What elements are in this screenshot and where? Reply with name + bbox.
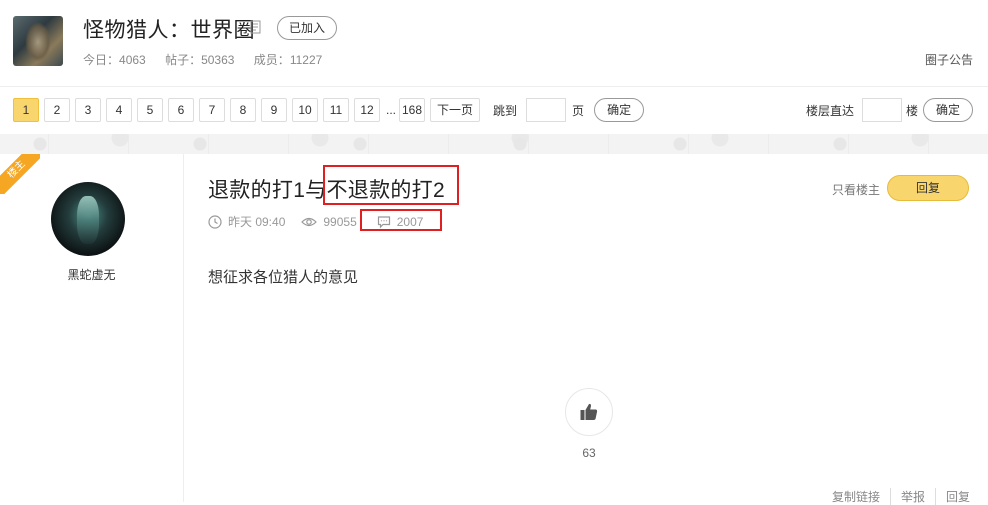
floor-jump: 楼层直达 楼 确定 xyxy=(806,98,973,122)
post-content: 想征求各位猎人的意见 xyxy=(208,269,359,286)
post-footer-actions: 复制链接 举报 回复 xyxy=(822,488,970,505)
jump-confirm-button[interactable]: 确定 xyxy=(594,98,645,122)
post-views: 99055 xyxy=(301,215,357,229)
edit-icon[interactable] xyxy=(250,20,262,34)
page-8[interactable]: 8 xyxy=(230,98,256,122)
only-host-link[interactable]: 只看楼主 xyxy=(832,181,880,198)
stat-members: 成员：11227 xyxy=(253,53,323,67)
jump-unit: 页 xyxy=(572,103,585,118)
next-page-button[interactable]: 下一页 xyxy=(430,98,481,122)
footer-reply-button[interactable]: 回复 xyxy=(934,488,970,505)
reply-button[interactable]: 回复 xyxy=(887,175,969,201)
page-ellipsis: ... xyxy=(385,99,398,121)
page-7[interactable]: 7 xyxy=(199,98,225,122)
pagination: 1 2 3 4 5 6 7 8 9 10 11 12 ... 168 下一页 跳… xyxy=(13,98,645,122)
page-last[interactable]: 168 xyxy=(399,98,426,122)
author-avatar[interactable] xyxy=(51,182,125,256)
jump-page-input[interactable] xyxy=(526,98,567,122)
page-6[interactable]: 6 xyxy=(168,98,194,122)
stat-today: 今日：4063 xyxy=(83,53,146,67)
page-5[interactable]: 5 xyxy=(137,98,163,122)
post-time: 昨天 09:40 xyxy=(208,213,285,230)
page-1[interactable]: 1 xyxy=(13,98,39,122)
jump-label: 跳到 xyxy=(493,103,518,118)
report-button[interactable]: 举报 xyxy=(889,488,935,505)
comment-highlight-box xyxy=(360,209,442,231)
page-2[interactable]: 2 xyxy=(44,98,70,122)
page-12[interactable]: 12 xyxy=(354,98,380,122)
circle-notice-link[interactable]: 圈子公告 xyxy=(925,51,973,68)
joined-button[interactable]: 已加入 xyxy=(277,16,337,40)
page-10[interactable]: 10 xyxy=(292,98,318,122)
circle-title: 怪物猎人：世界圈 xyxy=(83,19,255,42)
copy-link-button[interactable]: 复制链接 xyxy=(822,488,890,505)
floor-label: 楼层直达 xyxy=(805,103,854,118)
clock-icon xyxy=(208,214,222,229)
title-highlight-box xyxy=(323,165,459,205)
page-11[interactable]: 11 xyxy=(323,98,349,122)
decorative-band xyxy=(0,134,988,154)
host-badge: 楼主 xyxy=(0,154,40,194)
page-3[interactable]: 3 xyxy=(75,98,101,122)
circle-avatar[interactable] xyxy=(13,16,63,66)
stat-posts: 帖子：50363 xyxy=(165,53,235,67)
floor-unit: 楼 xyxy=(905,103,918,118)
floor-input[interactable] xyxy=(861,98,902,122)
page-9[interactable]: 9 xyxy=(261,98,287,122)
circle-stats: 今日：4063 帖子：50363 成员：11227 xyxy=(83,51,338,68)
eye-icon xyxy=(301,217,318,226)
header-divider xyxy=(0,86,988,87)
thumbs-up-icon xyxy=(580,403,598,420)
like-count: 63 xyxy=(582,446,596,460)
page-4[interactable]: 4 xyxy=(106,98,132,122)
author-name[interactable]: 黑蛇虚无 xyxy=(0,266,183,283)
floor-confirm-button[interactable]: 确定 xyxy=(922,98,973,122)
like-button[interactable] xyxy=(565,388,613,436)
